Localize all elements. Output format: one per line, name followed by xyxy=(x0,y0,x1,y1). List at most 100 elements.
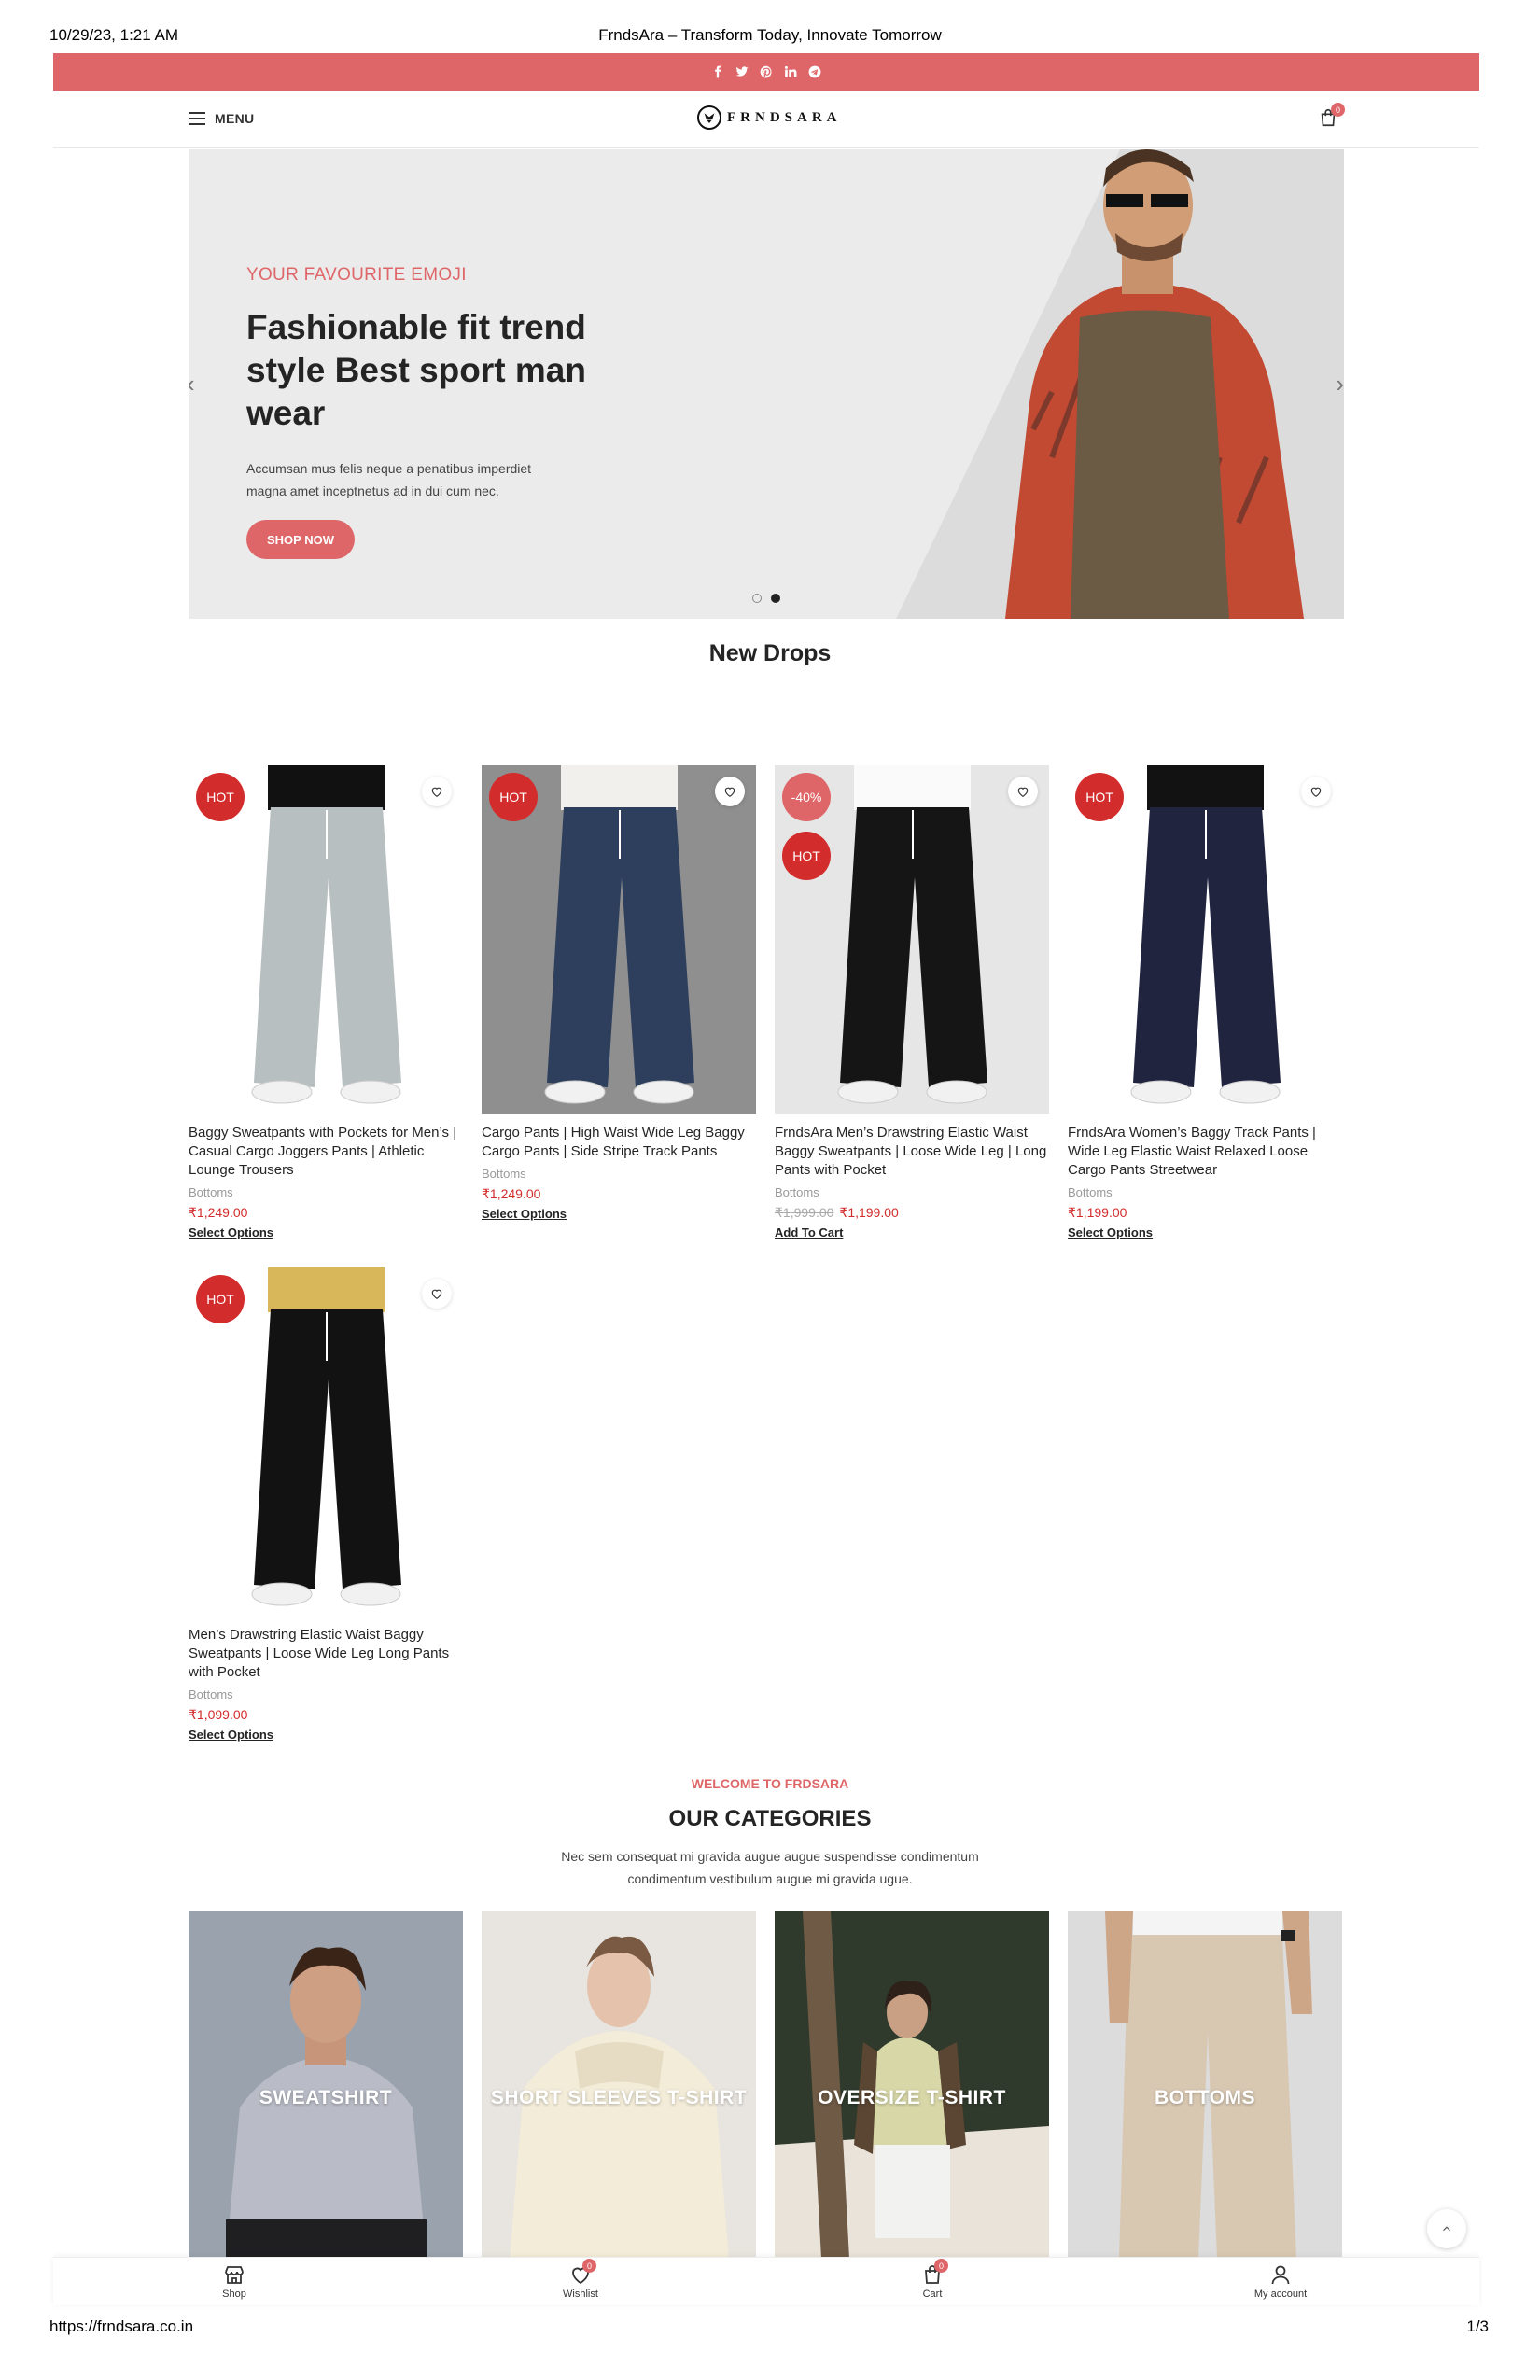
add-to-wishlist-button[interactable] xyxy=(422,777,452,806)
logo-text: FRNDSARA xyxy=(727,109,842,125)
product-badge: HOT xyxy=(196,1275,245,1323)
linkedin-icon[interactable] xyxy=(784,65,797,78)
product-name[interactable]: FrndsAra Men’s Drawstring Elastic Waist … xyxy=(775,1124,1049,1180)
product-card[interactable]: HOT Cargo Pants | High Waist Wide Leg Bag… xyxy=(482,765,756,1223)
product-image-wrap[interactable]: -40% HOT xyxy=(775,765,1049,1114)
product-name[interactable]: Baggy Sweatpants with Pockets for Men’s … xyxy=(189,1124,463,1180)
slider-dot-2[interactable] xyxy=(771,594,780,603)
heart-icon xyxy=(431,1289,442,1299)
slider-prev-arrow[interactable]: ‹ xyxy=(189,370,195,399)
product-card[interactable]: HOT FrndsAra Women’s Baggy Track Pants | … xyxy=(1068,765,1342,1241)
pinterest-icon[interactable] xyxy=(760,65,773,78)
print-url: https://frndsara.co.in xyxy=(49,2317,194,2335)
slider-next-arrow[interactable]: › xyxy=(1336,370,1344,399)
hamburger-icon xyxy=(189,112,205,125)
category-card-bottoms[interactable]: BOTTOMS xyxy=(1068,1911,1342,2259)
toolbar-label: Shop xyxy=(222,2289,246,2300)
product-old-price: ₹1,999.00 xyxy=(775,1205,834,1220)
category-image xyxy=(775,1911,1049,2259)
hero-model-image xyxy=(1005,149,1304,619)
product-badge: HOT xyxy=(489,773,538,821)
mobile-bottom-toolbar: Shop 0 Wishlist 0 Cart My account xyxy=(53,2257,1479,2305)
toolbar-label: Cart xyxy=(922,2289,943,2300)
slider-dot-1[interactable] xyxy=(752,594,762,603)
site-logo[interactable]: FRNDSARA xyxy=(697,105,842,130)
social-bar xyxy=(53,53,1479,91)
toolbar-wishlist[interactable]: 0 Wishlist xyxy=(539,2259,623,2300)
product-image-wrap[interactable]: HOT xyxy=(1068,765,1342,1114)
product-action-button[interactable]: Add To Cart xyxy=(775,1225,843,1239)
toolbar-cart[interactable]: 0 Cart xyxy=(890,2259,974,2300)
product-image-wrap[interactable]: HOT xyxy=(189,765,463,1114)
site-header: MENU FRNDSARA 0 xyxy=(53,91,1479,148)
product-price: ₹1,999.00 ₹1,199.00 xyxy=(775,1205,1049,1221)
menu-button[interactable]: MENU xyxy=(189,111,254,126)
product-category[interactable]: Bottoms xyxy=(482,1167,756,1181)
toolbar-label: Wishlist xyxy=(563,2289,598,2300)
category-label: BOTTOMS xyxy=(1154,2087,1256,2108)
product-badge: HOT xyxy=(1075,773,1124,821)
product-category[interactable]: Bottoms xyxy=(1068,1185,1342,1199)
new-drops-title: New Drops xyxy=(708,640,832,666)
product-card[interactable]: -40% HOT FrndsAra Men’s Drawstring Elastic… xyxy=(775,765,1049,1241)
product-current-price: ₹1,199.00 xyxy=(839,1205,899,1220)
product-price: ₹1,249.00 xyxy=(482,1186,756,1202)
heart-icon xyxy=(724,787,735,797)
telegram-icon[interactable] xyxy=(808,65,821,78)
product-action-button[interactable]: Select Options xyxy=(189,1225,273,1239)
product-action-button[interactable]: Select Options xyxy=(189,1728,273,1742)
category-card-sweatshirt[interactable]: SWEATSHIRT xyxy=(189,1911,463,2259)
product-image-wrap[interactable]: HOT xyxy=(189,1267,463,1617)
logo-emblem-icon xyxy=(697,105,721,130)
product-badge: HOT xyxy=(782,832,831,880)
categories-title: OUR CATEGORIES xyxy=(668,1806,872,1831)
add-to-wishlist-button[interactable] xyxy=(422,1279,452,1309)
product-name[interactable]: Cargo Pants | High Waist Wide Leg Baggy … xyxy=(482,1124,756,1161)
product-price: ₹1,249.00 xyxy=(189,1205,463,1221)
product-price: ₹1,199.00 xyxy=(1068,1205,1342,1221)
scroll-to-top-button[interactable] xyxy=(1427,2209,1466,2248)
cart-count-badge: 0 xyxy=(1331,103,1345,117)
hero-slider: YOUR FAVOURITE EMOJI Fashionable fit tre… xyxy=(189,149,1344,619)
product-card[interactable]: HOT Men’s Drawstring Elastic Waist Baggy … xyxy=(189,1267,463,1743)
product-name[interactable]: Men’s Drawstring Elastic Waist Baggy Swe… xyxy=(189,1626,463,1682)
category-card-short-sleeves-tshirt[interactable]: SHORT SLEEVES T-SHIRT xyxy=(482,1911,756,2259)
twitter-icon[interactable] xyxy=(735,65,749,78)
cart-count-badge: 0 xyxy=(934,2259,948,2273)
wishlist-count-badge: 0 xyxy=(582,2259,596,2273)
product-action-button[interactable]: Select Options xyxy=(482,1207,567,1221)
print-page-number: 1/3 xyxy=(1466,2317,1489,2335)
product-action-button[interactable]: Select Options xyxy=(1068,1225,1153,1239)
heart-icon xyxy=(1017,787,1029,797)
slider-dots xyxy=(752,594,780,603)
category-card-oversize-tshirt[interactable]: OVERSIZE T-SHIRT xyxy=(775,1911,1049,2259)
product-card[interactable]: HOT Baggy Sweatpants with Pockets for Men… xyxy=(189,765,463,1241)
product-category[interactable]: Bottoms xyxy=(189,1185,463,1199)
toolbar-label: My account xyxy=(1253,2289,1308,2300)
product-current-price: ₹1,249.00 xyxy=(482,1186,541,1201)
category-image xyxy=(482,1911,756,2259)
add-to-wishlist-button[interactable] xyxy=(1301,777,1331,806)
product-category[interactable]: Bottoms xyxy=(775,1185,1049,1199)
product-name[interactable]: FrndsAra Women’s Baggy Track Pants | Wid… xyxy=(1068,1124,1342,1180)
hero-title: Fashionable fit trend style Best sport m… xyxy=(246,308,586,432)
add-to-wishlist-button[interactable] xyxy=(1008,777,1038,806)
category-label: OVERSIZE T-SHIRT xyxy=(818,2087,1006,2108)
add-to-wishlist-button[interactable] xyxy=(715,777,745,806)
product-category[interactable]: Bottoms xyxy=(189,1687,463,1701)
category-label: SWEATSHIRT xyxy=(259,2087,393,2108)
category-label: SHORT SLEEVES T-SHIRT xyxy=(490,2087,748,2108)
shop-now-button[interactable]: SHOP NOW xyxy=(246,520,355,559)
hero-description: Accumsan mus felis neque a penatibus imp… xyxy=(246,461,532,498)
category-image xyxy=(1068,1911,1342,2259)
toolbar-my-account[interactable]: My account xyxy=(1239,2263,1323,2300)
product-current-price: ₹1,199.00 xyxy=(1068,1205,1127,1220)
toolbar-shop[interactable]: Shop xyxy=(192,2263,276,2300)
product-badge: -40% xyxy=(782,773,831,821)
header-cart-button[interactable]: 0 xyxy=(1318,103,1345,132)
categories-description: Nec sem consequat mi gravida augue augue… xyxy=(561,1849,979,1886)
product-current-price: ₹1,099.00 xyxy=(189,1707,248,1722)
print-title: FrndsAra – Transform Today, Innovate Tom… xyxy=(598,26,942,44)
product-image-wrap[interactable]: HOT xyxy=(482,765,756,1114)
facebook-icon[interactable] xyxy=(711,65,724,78)
